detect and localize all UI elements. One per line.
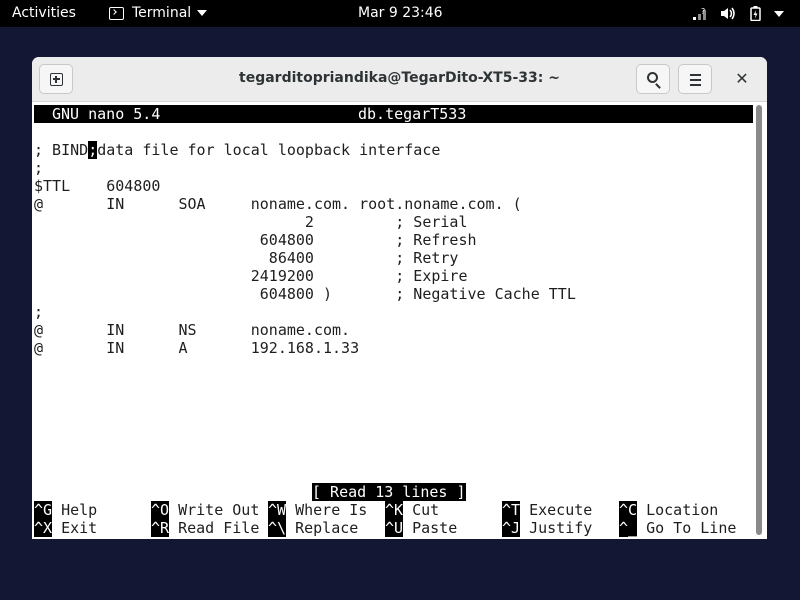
close-button[interactable]: ✕ (732, 69, 752, 89)
shortcut-label: Go To Line (637, 519, 737, 537)
clock[interactable]: Mar 9 23:46 (358, 5, 443, 21)
status-message: [ Read 13 lines ] (312, 483, 466, 501)
shortcut-key: ^R (151, 519, 170, 537)
shortcut-key: ^O (151, 501, 170, 519)
shortcut-key: ^U (385, 519, 404, 537)
volume-icon[interactable] (720, 6, 736, 21)
terminal-area[interactable]: GNU nano 5.4 db.tegarT533 ; ; BIND data … (32, 102, 767, 539)
shortcut-paste: ^U Paste (385, 519, 457, 537)
svg-text:?: ? (701, 7, 705, 16)
terminal-app-icon (109, 6, 124, 20)
shortcut-exit: ^X Exit (34, 519, 97, 537)
terminal-window: tegarditopriandika@TegarDito-XT5-33: ~ ✕… (32, 57, 767, 539)
file-line[interactable]: @ IN NS noname.com. (34, 321, 576, 339)
shortcut-label: Replace (286, 519, 359, 537)
shortcut-label: Write Out (169, 501, 260, 519)
file-line[interactable]: 604800 ) ; Negative Cache TTL (34, 285, 576, 303)
network-icon[interactable]: ? (692, 6, 708, 21)
caret-down-icon (197, 10, 208, 16)
close-icon: ✕ (735, 69, 749, 88)
system-menu-caret-icon[interactable] (774, 11, 784, 17)
file-line[interactable]: $TTL 604800 (34, 177, 576, 195)
shortcut-label: Location (637, 501, 719, 519)
activities-button[interactable]: Activities (12, 5, 76, 21)
nano-version: GNU nano 5.4 (52, 105, 161, 123)
shortcut-label: Paste (403, 519, 458, 537)
file-line[interactable]: @ IN A 192.168.1.33 (34, 339, 576, 357)
shortcut-key: ^T (502, 501, 521, 519)
shortcut-label: Exit (52, 519, 98, 537)
shortcut-location: ^C Location (619, 501, 718, 519)
shortcut-label: Cut (403, 501, 440, 519)
file-line[interactable]: ; BIND data file for local loopback inte… (34, 141, 576, 159)
shortcut-justify: ^J Justify (502, 519, 592, 537)
shortcut-go-to-line: ^_ Go To Line (619, 519, 736, 537)
shortcut-execute: ^T Execute (502, 501, 592, 519)
top-bar: Activities Terminal Mar 9 23:46 ? (0, 0, 800, 27)
shortcut-key: ^_ (619, 519, 638, 537)
shortcut-label: Justify (520, 519, 593, 537)
shortcut-cut: ^K Cut (385, 501, 439, 519)
shortcut-read-file: ^R Read File (151, 519, 259, 537)
shortcut-key: ^J (502, 519, 521, 537)
nano-title-bar: GNU nano 5.4 db.tegarT533 (34, 105, 753, 123)
shortcut-label: Help (52, 501, 98, 519)
shortcut-key: ^C (619, 501, 638, 519)
file-line[interactable]: 2419200 ; Expire (34, 267, 576, 285)
shortcut-key: ^W (268, 501, 287, 519)
shortcut-label: Execute (520, 501, 593, 519)
shortcut-key: ^X (34, 519, 53, 537)
file-line[interactable]: @ IN SOA noname.com. root.noname.com. ( (34, 195, 576, 213)
shortcut-help: ^G Help (34, 501, 97, 519)
shortcut-key: ^\ (268, 519, 287, 537)
file-content[interactable]: ; BIND data file for local loopback inte… (34, 141, 576, 357)
header-bar: tegarditopriandika@TegarDito-XT5-33: ~ ✕ (32, 57, 767, 102)
nano-filename: db.tegarT533 (358, 105, 467, 123)
shortcut-key: ^G (34, 501, 53, 519)
app-menu[interactable]: Terminal (109, 5, 208, 21)
search-icon (647, 72, 658, 83)
menu-button[interactable] (678, 64, 712, 94)
shortcut-label: Where Is (286, 501, 368, 519)
scrollbar[interactable] (756, 105, 762, 535)
file-line[interactable]: 604800 ; Refresh (34, 231, 576, 249)
file-line[interactable]: ; (34, 303, 576, 321)
shortcut-replace: ^\ Replace (268, 519, 358, 537)
search-button[interactable] (636, 64, 670, 94)
shortcut-write-out: ^O Write Out (151, 501, 259, 519)
shortcut-where-is: ^W Where Is (268, 501, 367, 519)
hamburger-menu-icon (690, 74, 701, 76)
shortcut-label: Read File (169, 519, 260, 537)
app-menu-label: Terminal (132, 5, 192, 21)
file-line[interactable]: 2 ; Serial (34, 213, 576, 231)
file-line[interactable]: 86400 ; Retry (34, 249, 576, 267)
battery-icon[interactable] (750, 6, 761, 21)
file-line[interactable]: ; (34, 159, 576, 177)
shortcut-key: ^K (385, 501, 404, 519)
